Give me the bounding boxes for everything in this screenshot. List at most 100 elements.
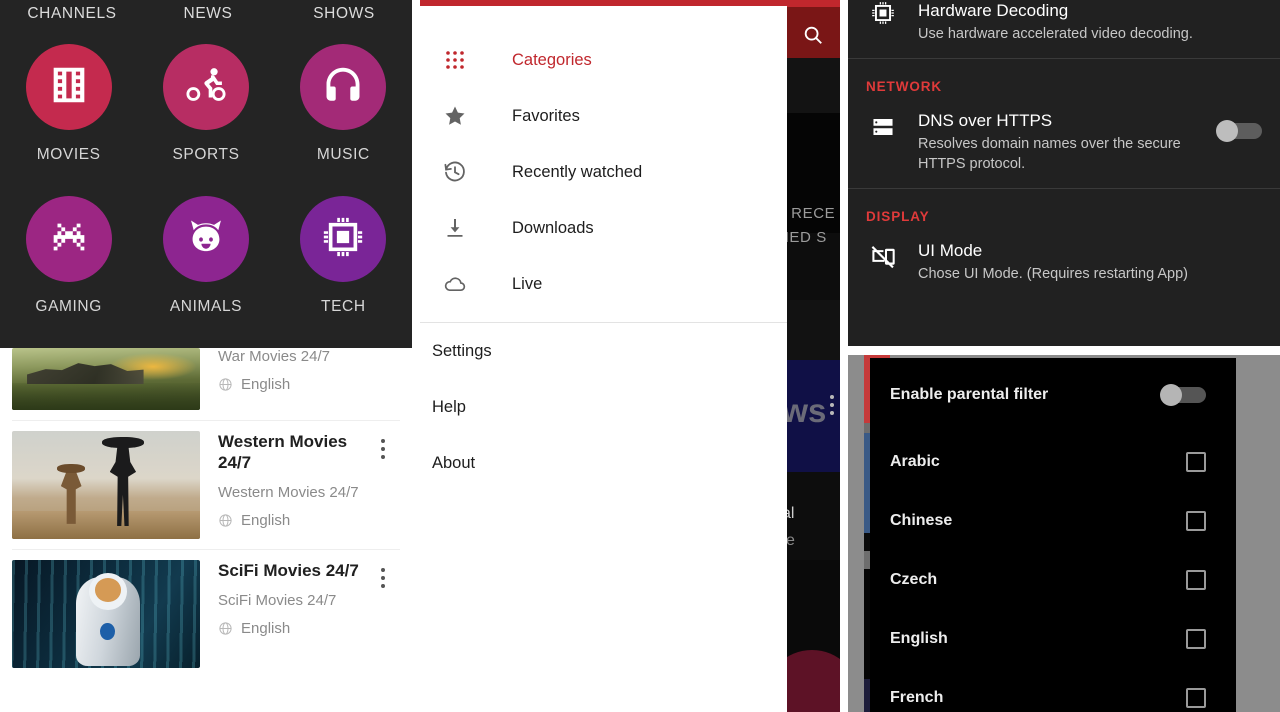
language-option-french[interactable]: French (870, 668, 1236, 712)
download-icon (442, 215, 468, 241)
western-movie-artwork (12, 431, 200, 539)
language-label: Arabic (890, 452, 940, 470)
cloud-icon (442, 271, 468, 297)
list-item[interactable]: War Movies 24/7 English (0, 348, 412, 420)
kebab-menu-icon[interactable] (381, 568, 386, 592)
film-icon (46, 62, 92, 113)
channel-language: English (218, 620, 376, 637)
devices-off-icon (866, 240, 900, 270)
channel-subtitle: War Movies 24/7 (218, 348, 330, 365)
drawer-item-downloads[interactable]: Downloads (412, 200, 787, 256)
drawer-item-recently-watched[interactable]: Recently watched (412, 144, 787, 200)
search-icon[interactable] (802, 24, 824, 46)
setting-text: DNS over HTTPS Resolves domain names ove… (900, 110, 1216, 174)
globe-icon (218, 513, 233, 528)
drawer-item-label: Favorites (512, 106, 580, 125)
drawer-item-favorites[interactable]: Favorites (412, 88, 787, 144)
category-item-movies[interactable]: MOVIES (0, 44, 137, 164)
category-item-sports[interactable]: SPORTS (137, 44, 274, 164)
channel-meta: SciFi Movies 24/7 SciFi Movies 24/7 Engl… (200, 560, 400, 668)
drawer-item-live[interactable]: Live (412, 256, 787, 312)
setting-title: UI Mode (918, 241, 983, 260)
drawer-item-label: Live (512, 274, 543, 293)
channel-thumbnail (12, 431, 200, 539)
setting-row-ui-mode[interactable]: UI Mode Chose UI Mode. (Requires restart… (848, 234, 1280, 298)
chip-icon (866, 0, 900, 26)
categories-screen: CHANNELS NEWS SHOWS MOVIES SPORTS MUSIC … (0, 0, 412, 348)
drawer-item-label: Recently watched (512, 162, 643, 181)
war-movie-artwork (12, 348, 200, 410)
globe-icon (218, 377, 233, 392)
tech-circle (300, 196, 387, 282)
setting-description: Use hardware accelerated video decoding. (918, 26, 1193, 42)
channel-meta: War Movies 24/7 English (200, 348, 400, 410)
channel-language: English (218, 512, 376, 529)
apps-grid-icon (442, 47, 468, 73)
movies-circle (25, 44, 112, 130)
kebab-menu-icon[interactable] (830, 395, 834, 419)
gaming-circle (25, 196, 112, 282)
star-icon (442, 103, 468, 129)
channel-title: SciFi Movies 24/7 (218, 561, 359, 580)
tab-news[interactable]: NEWS (140, 5, 276, 23)
drawer-item-categories[interactable]: Categories (412, 32, 787, 88)
list-item[interactable]: Western Movies 24/7 Western Movies 24/7 … (0, 421, 412, 549)
parental-filter-toggle[interactable] (1160, 384, 1206, 406)
navigation-drawer-screen: L RECE HED S ews al ke Categ (412, 0, 848, 712)
drawer-item-label: Categories (512, 50, 592, 69)
language-option-czech[interactable]: Czech (870, 550, 1236, 609)
category-label: TECH (321, 298, 366, 315)
category-grid: MOVIES SPORTS MUSIC GAMING ANIMALS TECH (0, 28, 412, 316)
drawer-item-settings[interactable]: Settings (412, 323, 787, 379)
drawer-item-help[interactable]: Help (412, 379, 787, 435)
chip-icon (320, 214, 366, 265)
category-item-music[interactable]: MUSIC (275, 44, 412, 164)
category-label: MUSIC (316, 146, 370, 163)
language-label: French (890, 688, 944, 706)
language-label: English (890, 629, 948, 647)
globe-icon (218, 621, 233, 636)
kebab-menu-icon[interactable] (381, 439, 386, 463)
setting-row-dns-over-https[interactable]: DNS over HTTPS Resolves domain names ove… (848, 104, 1280, 188)
parental-filter-row[interactable]: Enable parental filter (870, 358, 1236, 432)
category-label: SPORTS (172, 146, 240, 163)
checkbox-unchecked-icon[interactable] (1186, 510, 1206, 531)
category-item-animals[interactable]: ANIMALS (137, 196, 274, 316)
tab-shows[interactable]: SHOWS (276, 5, 412, 23)
tab-bar: CHANNELS NEWS SHOWS (0, 0, 412, 28)
category-label: ANIMALS (169, 298, 243, 315)
cycling-icon (183, 62, 229, 113)
checkbox-unchecked-icon[interactable] (1186, 569, 1206, 590)
channel-title: Western Movies 24/7 (218, 432, 348, 472)
screenshot-collage: CHANNELS NEWS SHOWS MOVIES SPORTS MUSIC … (0, 0, 1280, 712)
tab-channels[interactable]: CHANNELS (4, 5, 140, 23)
setting-title: Hardware Decoding (918, 1, 1069, 20)
setting-description: Resolves domain names over the secure HT… (918, 136, 1181, 172)
category-item-tech[interactable]: TECH (275, 196, 412, 316)
category-row-2: GAMING ANIMALS TECH (0, 196, 412, 316)
drawer-status-bar (412, 0, 848, 6)
language-option-english[interactable]: English (870, 609, 1236, 668)
language-option-chinese[interactable]: Chinese (870, 491, 1236, 550)
language-dialog: Enable parental filter Arabic Chinese Cz… (870, 358, 1236, 712)
checkbox-unchecked-icon[interactable] (1186, 451, 1206, 472)
parental-filter-label: Enable parental filter (890, 386, 1049, 403)
setting-row-hardware-decoding[interactable]: Hardware Decoding Use hardware accelerat… (848, 0, 1280, 58)
grid-row-gap (0, 164, 412, 196)
drawer-sheet: Categories Favorites Recently watched Do… (412, 6, 787, 712)
checkbox-unchecked-icon[interactable] (1186, 687, 1206, 708)
settings-screen: Hardware Decoding Use hardware accelerat… (848, 0, 1280, 346)
dns-over-https-toggle[interactable] (1216, 120, 1262, 142)
channel-thumbnail (12, 560, 200, 668)
category-item-gaming[interactable]: GAMING (0, 196, 137, 316)
list-item[interactable]: SciFi Movies 24/7 SciFi Movies 24/7 Engl… (0, 550, 412, 678)
cat-icon (183, 214, 229, 265)
setting-text: UI Mode Chose UI Mode. (Requires restart… (900, 240, 1262, 284)
language-option-arabic[interactable]: Arabic (870, 432, 1236, 491)
drawer-item-about[interactable]: About (412, 435, 787, 491)
animals-circle (162, 196, 249, 282)
language-label: Chinese (890, 511, 953, 529)
setting-title: DNS over HTTPS (918, 111, 1053, 130)
checkbox-unchecked-icon[interactable] (1186, 628, 1206, 649)
settings-section-header-network: NETWORK (866, 79, 943, 94)
